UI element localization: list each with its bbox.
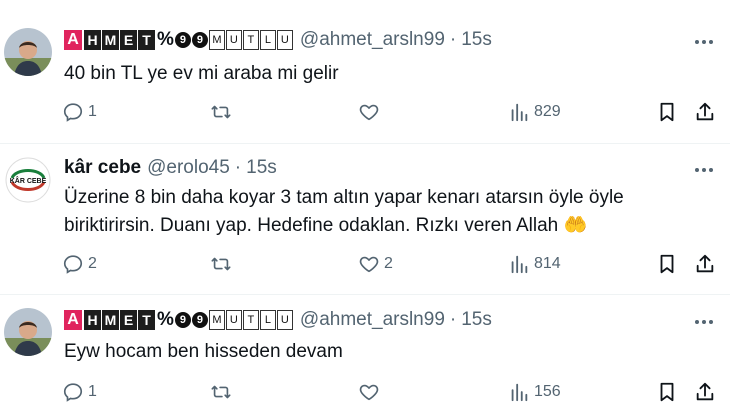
more-options-icon[interactable] bbox=[692, 310, 716, 334]
reply-button[interactable]: 2 bbox=[62, 250, 97, 278]
bookmark-button[interactable] bbox=[656, 98, 678, 126]
share-button[interactable] bbox=[694, 98, 716, 126]
praying-hands-emoji: 🤲 bbox=[563, 215, 588, 236]
reply-icon bbox=[63, 383, 83, 402]
heart-icon bbox=[359, 384, 379, 401]
tweet-header: A H M E T % 9 9 M U T L U @ahmet_arsln99… bbox=[64, 308, 492, 332]
divider bbox=[0, 294, 730, 295]
tweet-header: A H M E T % 9 9 M U T L U @ahmet_arsln99… bbox=[64, 28, 492, 52]
bookmark-button[interactable] bbox=[656, 250, 678, 278]
separator-dot: · bbox=[449, 309, 457, 330]
timestamp[interactable]: 15s bbox=[246, 157, 277, 179]
tweet-text: Üzerine 8 bin daha koyar 3 tam altın yap… bbox=[64, 184, 704, 240]
tweet-text: 40 bin TL ye ev mi araba mi gelir bbox=[64, 63, 339, 84]
display-name[interactable]: A H M E T % 9 9 M U T L U bbox=[64, 309, 294, 331]
handle[interactable]: @ahmet_arsln99 bbox=[300, 29, 445, 51]
views-bar-chart-icon bbox=[511, 255, 528, 274]
bookmark-button[interactable] bbox=[656, 378, 678, 406]
heart-icon bbox=[359, 256, 379, 273]
like-button[interactable]: 2 bbox=[358, 250, 393, 278]
tweet-text-line: Üzerine 8 bin daha koyar 3 tam altın yap… bbox=[64, 187, 624, 208]
retweet-button[interactable] bbox=[210, 378, 236, 406]
share-icon bbox=[696, 254, 714, 273]
reply-icon bbox=[63, 103, 83, 122]
reply-count: 1 bbox=[88, 383, 97, 400]
retweet-icon bbox=[211, 105, 231, 119]
like-button[interactable] bbox=[358, 98, 384, 126]
tweet-1[interactable]: A H M E T % 9 9 M U T L U @ahmet_arsln99… bbox=[0, 28, 730, 128]
reply-count: 1 bbox=[88, 103, 97, 120]
divider bbox=[0, 143, 730, 144]
retweet-icon bbox=[211, 385, 231, 399]
share-icon bbox=[696, 382, 714, 401]
avatar[interactable] bbox=[4, 28, 52, 76]
views-bar-chart-icon bbox=[511, 103, 528, 122]
display-name[interactable]: A H M E T % 9 9 M U T L U bbox=[64, 29, 294, 51]
tweet-header: kâr cebe @erolo45 · 15s bbox=[64, 156, 277, 180]
view-count: 156 bbox=[534, 383, 561, 400]
timestamp[interactable]: 15s bbox=[461, 309, 492, 331]
view-count: 829 bbox=[534, 103, 561, 120]
views-bar-chart-icon bbox=[511, 383, 528, 402]
reply-count: 2 bbox=[88, 255, 97, 272]
more-options-icon[interactable] bbox=[692, 30, 716, 54]
avatar-logo-text: KÂR CEBE bbox=[10, 176, 47, 185]
avatar[interactable] bbox=[4, 308, 52, 356]
heart-icon bbox=[359, 104, 379, 121]
separator-dot: · bbox=[234, 157, 242, 178]
reply-button[interactable]: 1 bbox=[62, 98, 97, 126]
tweet-2[interactable]: KÂR CEBE kâr cebe @erolo45 · 15s Üzerine… bbox=[0, 156, 730, 280]
bookmark-icon bbox=[660, 254, 674, 274]
more-options-icon[interactable] bbox=[692, 158, 716, 182]
reply-icon bbox=[63, 255, 83, 274]
share-button[interactable] bbox=[694, 250, 716, 278]
retweet-icon bbox=[211, 257, 231, 271]
display-name[interactable]: kâr cebe bbox=[64, 157, 141, 179]
retweet-button[interactable] bbox=[210, 98, 236, 126]
handle[interactable]: @ahmet_arsln99 bbox=[300, 309, 445, 331]
tweet-3[interactable]: A H M E T % 9 9 M U T L U @ahmet_arsln99… bbox=[0, 308, 730, 408]
handle[interactable]: @erolo45 bbox=[147, 157, 230, 179]
view-count: 814 bbox=[534, 255, 561, 272]
bookmark-icon bbox=[660, 102, 674, 122]
avatar[interactable]: KÂR CEBE bbox=[4, 156, 52, 204]
views-button[interactable]: 814 bbox=[508, 250, 561, 278]
tweet-text: Eyw hocam ben hisseden devam bbox=[64, 341, 343, 362]
share-icon bbox=[696, 102, 714, 121]
share-button[interactable] bbox=[694, 378, 716, 406]
retweet-button[interactable] bbox=[210, 250, 236, 278]
timestamp[interactable]: 15s bbox=[461, 29, 492, 51]
separator-dot: · bbox=[449, 29, 457, 50]
views-button[interactable]: 156 bbox=[508, 378, 561, 406]
views-button[interactable]: 829 bbox=[508, 98, 561, 126]
action-bar: 2 2 814 bbox=[62, 250, 722, 278]
reply-button[interactable]: 1 bbox=[62, 378, 97, 406]
tweet-text-line: biriktirirsin. Duanı yap. Hedefine odakl… bbox=[64, 215, 588, 236]
action-bar: 1 829 bbox=[62, 98, 722, 126]
action-bar: 1 156 bbox=[62, 378, 722, 406]
like-count: 2 bbox=[384, 255, 393, 272]
bookmark-icon bbox=[660, 382, 674, 402]
like-button[interactable] bbox=[358, 378, 384, 406]
